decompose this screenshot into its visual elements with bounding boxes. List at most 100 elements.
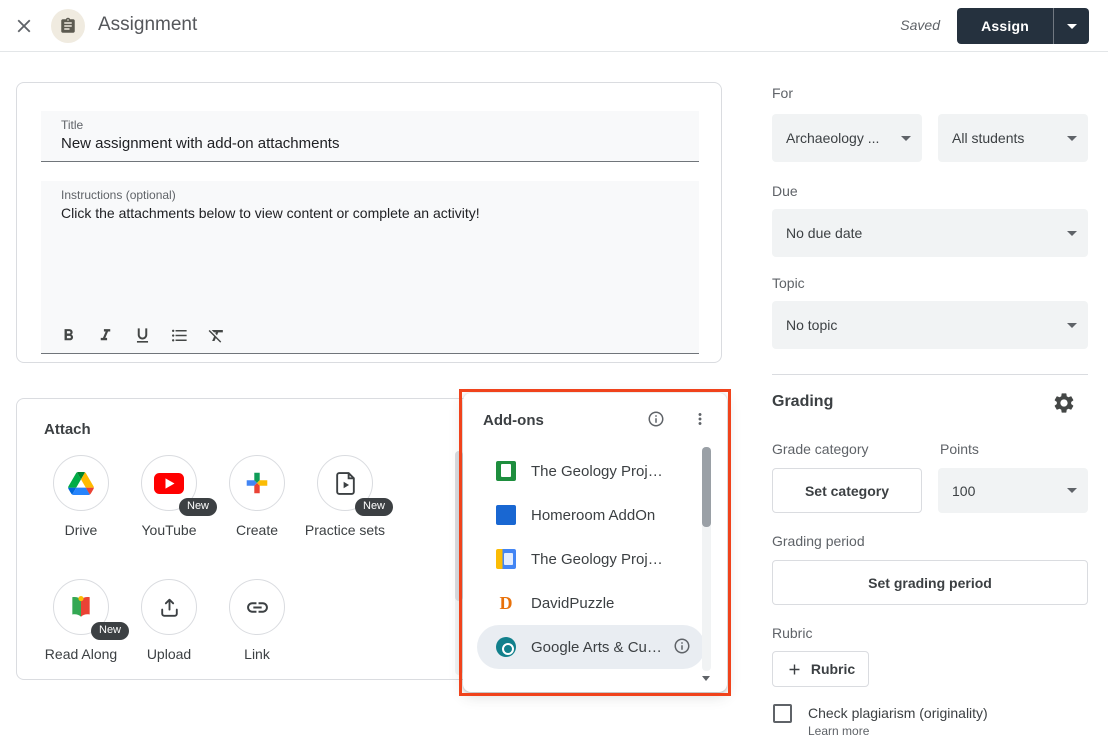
chevron-down-icon <box>1067 488 1077 493</box>
add-rubric-button[interactable]: Rubric <box>772 651 869 687</box>
for-label: For <box>772 85 793 101</box>
attach-option-create[interactable]: Create <box>213 455 301 540</box>
students-select-value: All students <box>952 130 1024 146</box>
attach-option-youtube[interactable]: New YouTube <box>125 455 213 540</box>
youtube-icon <box>154 473 184 494</box>
set-grading-period-button[interactable]: Set grading period <box>772 560 1088 605</box>
bold-icon[interactable] <box>57 324 79 346</box>
top-bar: Assignment Saved Assign <box>0 0 1108 52</box>
attach-option-practice-sets[interactable]: New Practice sets <box>301 455 389 540</box>
learn-more-link[interactable]: Learn more <box>808 724 869 738</box>
geology-green-icon <box>496 461 516 481</box>
class-select[interactable]: Archaeology ... <box>772 114 922 162</box>
attach-label: Drive <box>37 520 125 540</box>
addon-name: Google Arts & Cu… <box>531 639 662 656</box>
gear-icon[interactable] <box>1050 389 1078 417</box>
assignment-clipboard-icon <box>59 17 77 35</box>
grading-heading: Grading <box>772 393 833 411</box>
addon-item-geology-1[interactable]: The Geology Proj… <box>463 449 727 493</box>
upload-icon <box>157 595 182 620</box>
addon-item-arts-culture[interactable]: Google Arts & Cu… <box>477 625 705 669</box>
davidpuzzle-icon <box>496 593 516 613</box>
assign-button[interactable]: Assign <box>957 8 1053 44</box>
set-category-button[interactable]: Set category <box>772 468 922 513</box>
new-badge: New <box>179 498 217 516</box>
attach-label: YouTube <box>125 520 213 540</box>
addon-name: The Geology Proj… <box>531 463 663 480</box>
geology-book-icon <box>496 549 516 569</box>
clear-formatting-icon[interactable] <box>205 324 227 346</box>
addon-name: The Geology Proj… <box>531 551 663 568</box>
create-plus-icon <box>244 470 270 496</box>
addons-title: Add-ons <box>483 412 544 429</box>
more-vertical-icon[interactable] <box>691 410 709 428</box>
instructions-field-value[interactable]: Click the attachments below to view cont… <box>61 205 679 221</box>
points-value: 100 <box>952 483 975 499</box>
underline-icon[interactable] <box>131 324 153 346</box>
divider <box>772 374 1088 375</box>
new-badge: New <box>91 622 129 640</box>
title-field-value[interactable]: New assignment with add-on attachments <box>61 135 679 152</box>
due-date-select[interactable]: No due date <box>772 209 1088 257</box>
formatting-toolbar <box>57 324 227 346</box>
title-field[interactable]: Title New assignment with add-on attachm… <box>41 111 699 162</box>
italic-icon[interactable] <box>94 324 116 346</box>
addon-item-homeroom[interactable]: Homeroom AddOn <box>463 493 727 537</box>
attach-label: Upload <box>125 644 213 664</box>
attach-option-upload[interactable]: Upload <box>125 579 213 664</box>
class-select-value: Archaeology ... <box>786 130 879 146</box>
grading-period-label: Grading period <box>772 533 865 549</box>
assign-split-button: Assign <box>957 8 1089 44</box>
addon-name: DavidPuzzle <box>531 595 614 612</box>
attach-label: Read Along <box>37 644 125 664</box>
students-select[interactable]: All students <box>938 114 1088 162</box>
rubric-label: Rubric <box>772 625 812 641</box>
grade-category-label: Grade category <box>772 441 869 457</box>
attach-scrollbar[interactable] <box>455 451 463 675</box>
plagiarism-checkbox[interactable] <box>773 704 792 723</box>
arts-culture-icon <box>496 637 516 657</box>
scrollbar-thumb[interactable] <box>455 451 463 601</box>
read-along-icon <box>68 594 94 620</box>
bulleted-list-icon[interactable] <box>168 324 190 346</box>
save-status: Saved <box>900 17 940 33</box>
plus-icon <box>786 661 803 678</box>
homeroom-blue-icon <box>496 505 516 525</box>
info-icon[interactable] <box>647 410 665 428</box>
chevron-down-icon <box>1067 231 1077 236</box>
instructions-field[interactable]: Instructions (optional) Click the attach… <box>41 181 699 354</box>
chevron-down-icon <box>1067 24 1077 29</box>
assignment-type-badge <box>51 9 85 43</box>
addons-scrollbar[interactable] <box>702 447 711 671</box>
attach-option-drive[interactable]: Drive <box>37 455 125 540</box>
attach-option-link[interactable]: Link <box>213 579 301 664</box>
close-button[interactable] <box>10 12 38 40</box>
points-select[interactable]: 100 <box>938 468 1088 513</box>
drive-icon <box>68 472 94 495</box>
addon-item-davidpuzzle[interactable]: DavidPuzzle <box>463 581 727 625</box>
attach-label: Link <box>213 644 301 664</box>
page-title: Assignment <box>98 14 197 36</box>
attach-label: Create <box>213 520 301 540</box>
chevron-down-icon <box>1067 136 1077 141</box>
due-date-value: No due date <box>786 225 862 241</box>
plagiarism-label: Check plagiarism (originality) <box>808 705 988 721</box>
topic-select[interactable]: No topic <box>772 301 1088 349</box>
attach-option-read-along[interactable]: New Read Along <box>37 579 125 664</box>
scroll-down-arrow-icon[interactable] <box>702 676 710 681</box>
chevron-down-icon <box>1067 323 1077 328</box>
addon-name: Homeroom AddOn <box>531 507 655 524</box>
settings-sidebar: For Archaeology ... All students Due No … <box>756 52 1108 747</box>
topic-label: Topic <box>772 275 805 291</box>
title-field-label: Title <box>61 118 679 132</box>
addons-popup: Add-ons The Geology Proj… Homeroom AddOn… <box>463 393 727 692</box>
addon-item-geology-2[interactable]: The Geology Proj… <box>463 537 727 581</box>
assign-dropdown-button[interactable] <box>1053 8 1089 44</box>
info-icon[interactable] <box>673 637 691 655</box>
attach-heading: Attach <box>44 421 91 438</box>
addons-list: The Geology Proj… Homeroom AddOn The Geo… <box>463 449 727 669</box>
practice-sets-icon <box>333 471 358 496</box>
close-icon <box>13 15 35 37</box>
instructions-field-label: Instructions (optional) <box>61 188 679 202</box>
scrollbar-thumb[interactable] <box>702 447 711 527</box>
